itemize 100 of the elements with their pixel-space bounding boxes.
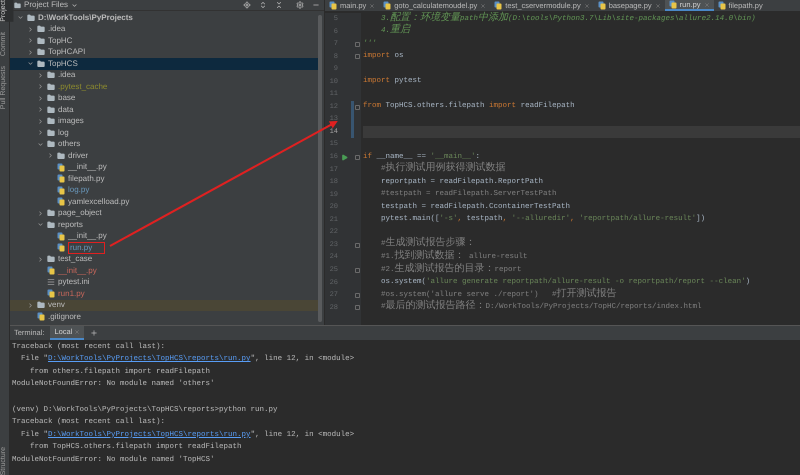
chevron-down-icon[interactable]: [17, 14, 24, 22]
fold-marker-icon[interactable]: [355, 268, 360, 273]
tree-item-label: venv: [48, 300, 65, 310]
fold-marker-icon[interactable]: [355, 42, 360, 47]
tree-item-label: log: [58, 128, 69, 138]
chevron-right-icon[interactable]: [37, 118, 44, 125]
close-icon[interactable]: [74, 329, 80, 335]
tree-item-label: others: [58, 139, 80, 150]
close-icon[interactable]: [654, 2, 661, 8]
tree-row[interactable]: log: [10, 127, 318, 138]
fold-marker-icon[interactable]: [355, 292, 360, 298]
tree-item-label: .gitignore: [48, 312, 81, 322]
fold-marker-icon[interactable]: [355, 54, 360, 60]
expand-icon[interactable]: [259, 1, 267, 9]
tree-row[interactable]: driver: [10, 150, 318, 162]
tree-row[interactable]: base: [10, 92, 318, 104]
tree-row[interactable]: __init__.py: [10, 162, 318, 173]
folder-icon: [14, 2, 21, 8]
tree-row[interactable]: venv: [10, 300, 318, 311]
close-icon[interactable]: [584, 2, 590, 8]
tree-item-label: driver: [68, 150, 88, 161]
python-file-icon: [668, 0, 677, 9]
tree-row[interactable]: TopHC: [10, 35, 318, 46]
chevron-right-icon[interactable]: [27, 48, 34, 56]
folder-icon: [47, 220, 55, 229]
caret-icon: [71, 2, 78, 8]
tree-item-label: TopHC: [48, 36, 72, 46]
tree-item-label: yamlexcelload.py: [68, 196, 130, 207]
tree-row[interactable]: data: [10, 104, 318, 116]
chevron-down-icon[interactable]: [37, 221, 44, 228]
tree-row[interactable]: log.py: [10, 184, 318, 196]
tree-item-label: D:\WorkTools\PyProjects: [38, 12, 133, 23]
tree-item-label: .idea: [58, 70, 76, 80]
tree-item-label: reports: [58, 220, 83, 230]
tree-item-label: data: [58, 104, 74, 115]
tree-row[interactable]: others: [10, 138, 318, 150]
tree-item-label: .idea: [48, 24, 66, 34]
folder-icon: [47, 106, 55, 114]
tree-row[interactable]: .gitignore: [10, 311, 318, 322]
chevron-right-icon[interactable]: [37, 129, 44, 136]
close-icon[interactable]: [369, 2, 376, 8]
folder-icon: [47, 71, 55, 80]
chevron-right-icon[interactable]: [37, 72, 44, 79]
tree-row[interactable]: TopHCS: [10, 58, 318, 70]
tree-item-label: __init__.py: [58, 266, 97, 276]
fold-marker-icon[interactable]: [355, 104, 360, 110]
run-icon[interactable]: [341, 154, 348, 161]
add-icon[interactable]: [90, 329, 98, 337]
chevron-right-icon[interactable]: [27, 26, 34, 33]
python-file-icon: [718, 1, 726, 10]
folder-icon: [37, 25, 45, 34]
fold-marker-icon[interactable]: [355, 305, 360, 310]
tree-row[interactable]: .pytest_cache: [10, 81, 318, 92]
tree-row[interactable]: page_object: [10, 208, 318, 219]
folder-icon: [47, 94, 55, 102]
tree-row[interactable]: pytest.ini: [10, 276, 318, 288]
fold-marker-icon[interactable]: [355, 154, 360, 160]
close-icon[interactable]: [704, 2, 710, 8]
close-icon[interactable]: [480, 2, 486, 8]
lines-icon: [47, 278, 55, 286]
chevron-right-icon[interactable]: [37, 256, 44, 263]
tree-row[interactable]: reports: [10, 219, 318, 230]
chevron-right-icon[interactable]: [47, 152, 54, 160]
python-file-icon: [494, 1, 502, 10]
tree-row[interactable]: .idea: [10, 24, 318, 35]
python-file-icon: [329, 1, 337, 10]
tree-row[interactable]: yamlexcelload.py: [10, 196, 318, 208]
chevron-down-icon[interactable]: [27, 60, 34, 68]
chevron-right-icon[interactable]: [27, 37, 34, 44]
tree-item-label: __init__.py: [68, 162, 107, 172]
folder-icon: [47, 255, 55, 264]
fold-marker-icon[interactable]: [355, 242, 360, 248]
tree-row[interactable]: images: [10, 116, 318, 127]
chevron-down-icon[interactable]: [37, 140, 44, 148]
folder-icon: [47, 128, 55, 137]
tree-row[interactable]: __init__.py: [10, 230, 318, 242]
chevron-right-icon[interactable]: [37, 94, 44, 102]
chevron-right-icon[interactable]: [27, 302, 34, 309]
tree-row[interactable]: filepath.py: [10, 173, 318, 184]
collapse-icon[interactable]: [275, 1, 283, 9]
locate-icon[interactable]: [243, 1, 251, 9]
folder-icon: [37, 60, 45, 68]
folder-icon: [27, 14, 35, 22]
tree-item-label: log.py: [68, 185, 90, 196]
tree-item-label: page_object: [58, 208, 102, 218]
python-file-icon: [47, 289, 55, 298]
chevron-right-icon[interactable]: [37, 210, 44, 217]
tree-row[interactable]: run.py: [10, 242, 318, 254]
tree-row[interactable]: .idea: [10, 70, 318, 81]
tree-row[interactable]: TopHCAPI: [10, 46, 318, 58]
settings-icon[interactable]: [296, 1, 304, 9]
project-view-dropdown[interactable]: Project Files: [14, 0, 78, 11]
tree-item-label: pytest.ini: [58, 277, 90, 288]
folder-icon: [47, 140, 55, 148]
folder-icon: [47, 82, 55, 91]
chevron-right-icon[interactable]: [37, 83, 44, 90]
tree-row[interactable]: __init__.py: [10, 265, 318, 276]
tree-item-label: TopHCAPI: [48, 47, 86, 58]
tree-row[interactable]: test_case: [10, 254, 318, 265]
chevron-right-icon[interactable]: [37, 106, 44, 114]
